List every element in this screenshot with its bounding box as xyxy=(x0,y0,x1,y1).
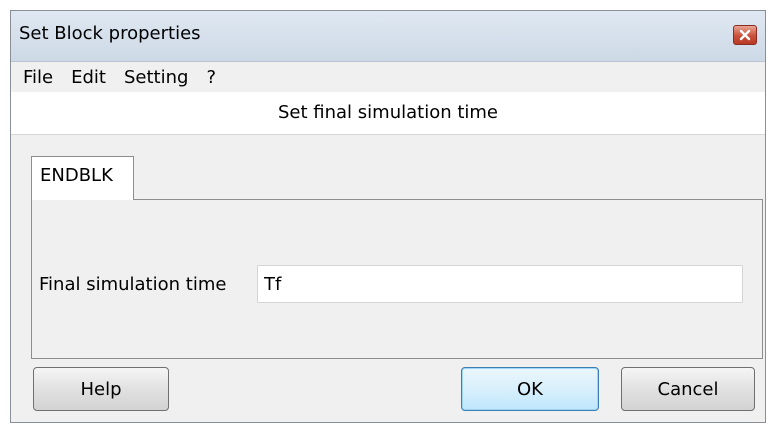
title-bar[interactable]: Set Block properties xyxy=(11,11,765,62)
ok-button[interactable]: OK xyxy=(461,367,599,411)
menu-bar: File Edit Setting ? xyxy=(11,62,765,92)
close-button[interactable] xyxy=(733,25,757,45)
tab-endblk[interactable]: ENDBLK xyxy=(31,156,134,200)
final-simulation-time-label: Final simulation time xyxy=(39,274,227,295)
close-icon xyxy=(739,29,751,41)
final-simulation-time-input[interactable] xyxy=(257,265,743,303)
menu-setting[interactable]: Setting xyxy=(124,67,188,88)
menu-file[interactable]: File xyxy=(23,67,53,88)
menu-edit[interactable]: Edit xyxy=(71,67,106,88)
dialog-header: Set final simulation time xyxy=(11,92,765,135)
menu-help-question[interactable]: ? xyxy=(206,67,216,88)
dialog-window: Set Block properties File Edit Setting ?… xyxy=(10,10,766,423)
tab-panel: Final simulation time xyxy=(31,199,763,359)
cancel-button[interactable]: Cancel xyxy=(621,367,755,411)
help-button[interactable]: Help xyxy=(33,367,169,411)
window-title: Set Block properties xyxy=(19,23,201,44)
